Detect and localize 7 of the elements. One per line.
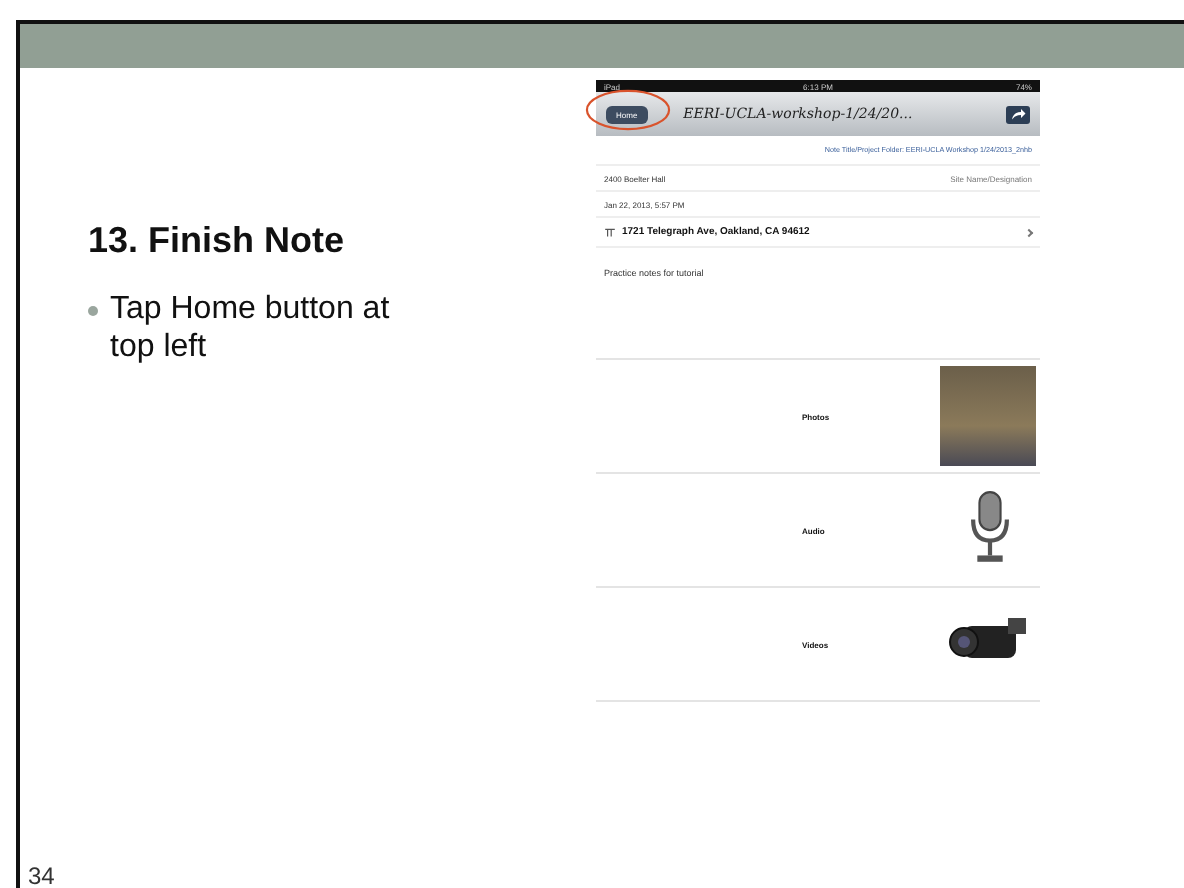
bullet-icon — [88, 306, 98, 316]
chevron-icon — [1024, 227, 1034, 237]
page-number: 34 — [28, 862, 57, 888]
microphone-icon[interactable] — [968, 490, 1012, 566]
slide-title: 13. Finish Note — [88, 220, 347, 262]
bullet-text: Tap Home button at top left — [110, 290, 390, 366]
share-icon[interactable] — [1006, 105, 1030, 123]
